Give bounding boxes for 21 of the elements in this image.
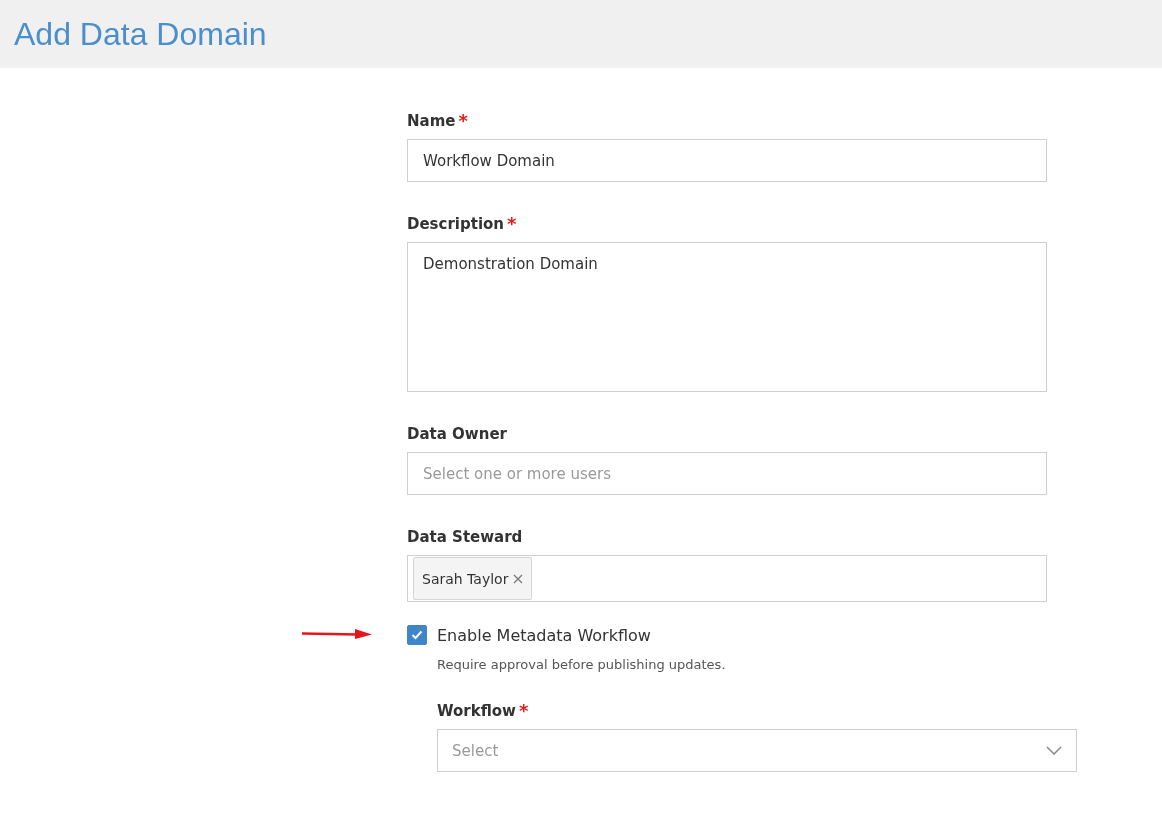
tag-label: Sarah Taylor [422, 570, 509, 587]
user-select-field[interactable]: Sarah Taylor [407, 555, 1047, 602]
required-mark: * [507, 215, 517, 233]
hint-text: Require approval before publishing updates. [437, 657, 727, 672]
required-mark: * [519, 702, 529, 720]
page-title: Add Data Domain [14, 15, 267, 53]
checkmark-icon [411, 630, 423, 640]
arrow-icon [301, 628, 373, 640]
field-label: Name [407, 112, 456, 130]
field-label: Data Steward [407, 528, 523, 546]
close-icon[interactable] [513, 573, 524, 584]
checkbox-label: Enable Metadata Workflow [437, 625, 651, 645]
field-label: Description [407, 215, 505, 233]
required-mark: * [458, 112, 468, 130]
text-area[interactable]: Demonstration Domain [407, 242, 1047, 392]
field-label: Workflow [437, 702, 516, 720]
checkbox[interactable] [407, 625, 427, 645]
text-field[interactable]: Workflow Domain [407, 139, 1047, 182]
field-label: Data Owner [407, 425, 507, 443]
chevron-down-icon [1046, 746, 1062, 755]
user-select-field[interactable]: Select one or more users [407, 452, 1047, 495]
